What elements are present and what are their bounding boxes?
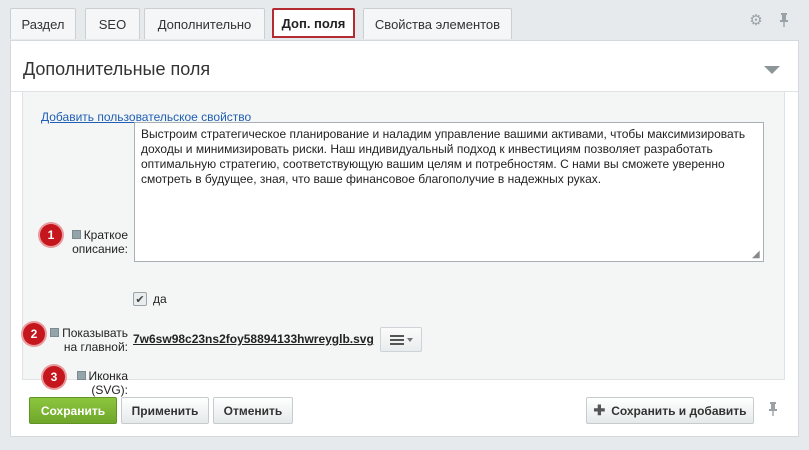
menu-icon: [389, 334, 404, 345]
section-title: Дополнительные поля: [23, 59, 211, 79]
icon-label: Иконка (SVG):: [68, 369, 128, 397]
pin-icon[interactable]: [768, 402, 778, 419]
annotation-badge-2: 2: [23, 323, 45, 345]
description-textarea[interactable]: [134, 122, 764, 262]
collapse-arrow-icon[interactable]: [764, 66, 780, 74]
chevron-down-icon: [406, 337, 413, 342]
save-button[interactable]: Сохранить: [29, 397, 117, 424]
save-and-add-button[interactable]: ✚ Сохранить и добавить: [586, 397, 754, 424]
plus-icon: ✚: [593, 402, 606, 418]
annotation-badge-1: 1: [40, 224, 62, 246]
show-on-main-checkbox[interactable]: ✔: [133, 292, 147, 306]
annotation-badge-3: 3: [43, 366, 65, 388]
icon-file-link[interactable]: 7w6sw98c23ns2foy58894133hwreyglb.svg: [133, 332, 374, 346]
tab-bar: Раздел SEO Дополнительно Доп. поля Свойс…: [0, 0, 809, 40]
fields-container: Добавить пользовательское свойство 1 Кра…: [22, 92, 785, 397]
checkmark-icon: ✔: [135, 293, 145, 306]
icon-label-line2: (SVG):: [91, 383, 128, 397]
show-on-main-label: Показывать на главной:: [47, 326, 128, 354]
description-label: Краткое описание:: [68, 228, 128, 256]
show-on-main-label-line2: на главной:: [63, 340, 128, 354]
apply-button[interactable]: Применить: [121, 397, 209, 424]
tab-dopolnitelno[interactable]: Дополнительно: [144, 8, 265, 39]
description-label-line1: Краткое: [83, 228, 128, 242]
icon-label-line1: Иконка: [88, 369, 129, 383]
help-icon[interactable]: [71, 230, 81, 240]
description-label-line2: описание:: [72, 242, 128, 256]
main-panel: Дополнительные поля Добавить пользовател…: [10, 40, 799, 437]
file-menu-button[interactable]: [380, 327, 422, 352]
help-icon[interactable]: [50, 328, 60, 338]
help-icon[interactable]: [76, 371, 86, 381]
tab-element-properties[interactable]: Свойства элементов: [363, 8, 512, 39]
pin-icon[interactable]: [776, 12, 792, 28]
cancel-button[interactable]: Отменить: [213, 397, 293, 424]
show-on-main-label-line1: Показывать: [62, 326, 128, 340]
tab-dop-polya[interactable]: Доп. поля: [272, 8, 355, 38]
tab-seo[interactable]: SEO: [85, 8, 140, 39]
show-on-main-value: да: [153, 292, 167, 306]
save-and-add-label: Сохранить и добавить: [611, 403, 747, 418]
gear-icon[interactable]: ⚙: [748, 12, 764, 29]
tab-razdel[interactable]: Раздел: [10, 8, 76, 39]
